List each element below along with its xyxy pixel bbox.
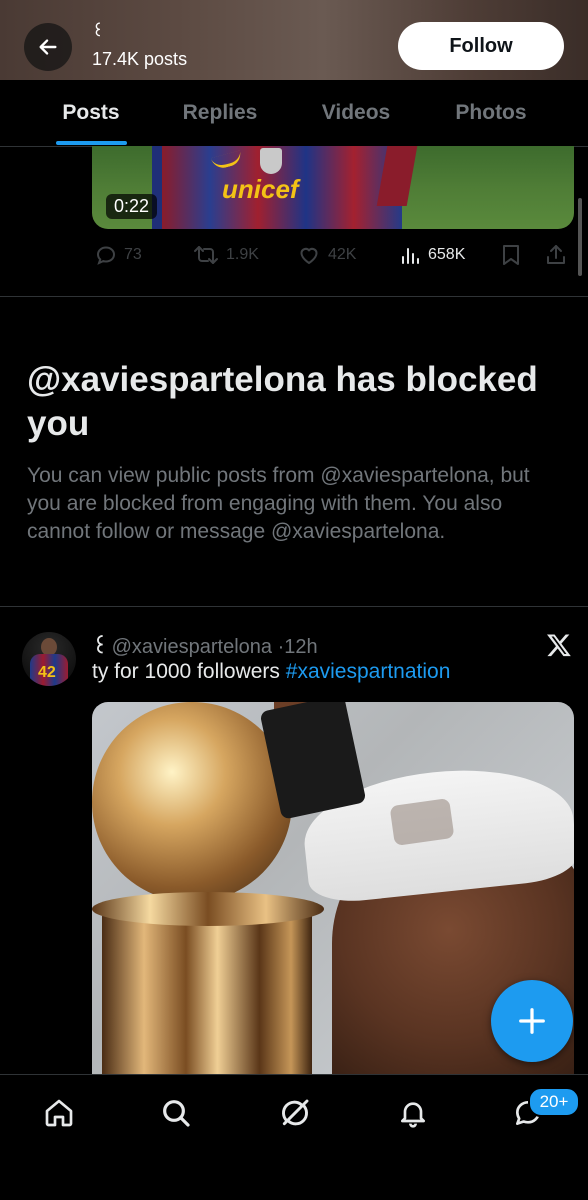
tab-videos[interactable]: Videos xyxy=(306,80,406,146)
profile-tabs: Posts Replies Videos Photos xyxy=(0,80,588,147)
post-author-name: ꒰ xyxy=(92,636,108,658)
tab-photos[interactable]: Photos xyxy=(440,80,542,146)
like-button[interactable]: 42K xyxy=(296,238,356,272)
nav-home[interactable] xyxy=(39,1093,79,1133)
nav-search[interactable] xyxy=(156,1093,196,1133)
profile-display-name: ꒰ xyxy=(92,23,104,40)
messages-badge: 20+ xyxy=(528,1087,580,1117)
champions-badge xyxy=(260,148,282,174)
arrow-left-icon xyxy=(39,39,57,55)
trophy-image xyxy=(92,702,292,902)
views-icon xyxy=(402,248,419,264)
x-logo-icon xyxy=(546,634,571,657)
views-button[interactable]: 658K xyxy=(398,238,465,272)
video-duration: 0:22 xyxy=(106,194,158,219)
heart-icon xyxy=(300,247,318,265)
tab-posts[interactable]: Posts xyxy=(46,80,136,146)
grok-icon xyxy=(282,1099,309,1126)
post-divider xyxy=(0,296,588,297)
reply-icon xyxy=(96,246,116,265)
blocked-title: @xaviespartelona has blocked you xyxy=(27,360,538,443)
bookmark-button[interactable] xyxy=(500,238,522,272)
hashtag-link[interactable]: #xaviespartnation xyxy=(286,660,451,683)
notifications-icon xyxy=(401,1102,425,1128)
plus-icon xyxy=(519,1008,545,1034)
reply-count: 73 xyxy=(124,246,142,263)
jersey-sponsor-text: unicef xyxy=(222,174,299,204)
follow-button[interactable]: Follow xyxy=(398,22,564,70)
like-count: 42K xyxy=(328,246,357,263)
home-icon xyxy=(45,1099,73,1127)
back-button[interactable] xyxy=(24,23,72,71)
post-body: ty for 1000 followers xyxy=(92,660,286,683)
repost-icon xyxy=(194,246,218,264)
post-handle: @xaviespartelona xyxy=(111,636,273,658)
compose-button[interactable] xyxy=(491,980,573,1062)
share-icon xyxy=(547,245,565,264)
repost-count: 1.9K xyxy=(226,246,259,263)
post-author[interactable]: ꒰ @xaviespartelona ·12h xyxy=(92,632,318,659)
repost-button[interactable]: 1.9K xyxy=(192,238,259,272)
nav-notifications[interactable] xyxy=(393,1093,433,1133)
tab-replies[interactable]: Replies xyxy=(166,80,274,146)
search-icon xyxy=(163,1100,190,1127)
avatar-jersey-number: 42 xyxy=(38,664,56,681)
previous-post-video[interactable]: unicef 0:22 xyxy=(92,146,574,229)
share-button[interactable] xyxy=(544,238,568,272)
nav-grok[interactable] xyxy=(275,1093,315,1133)
post-count: 17.4K posts xyxy=(92,49,188,69)
bookmark-icon xyxy=(503,245,519,265)
post-time: 12h xyxy=(284,636,318,658)
scrollbar[interactable] xyxy=(578,198,582,276)
view-count: 658K xyxy=(428,246,466,263)
active-tab-indicator xyxy=(56,141,127,145)
avatar[interactable]: 42 xyxy=(22,632,76,686)
section-divider xyxy=(0,606,588,607)
bottom-navigation xyxy=(0,1074,588,1200)
reply-button[interactable]: 73 xyxy=(94,238,142,272)
blocked-description: You can view public posts from @xaviespa… xyxy=(27,464,530,543)
post-text: ty for 1000 followers #xaviespartnation xyxy=(92,660,450,684)
previous-post-actions: 73 1.9K 42K 658K xyxy=(92,238,574,272)
